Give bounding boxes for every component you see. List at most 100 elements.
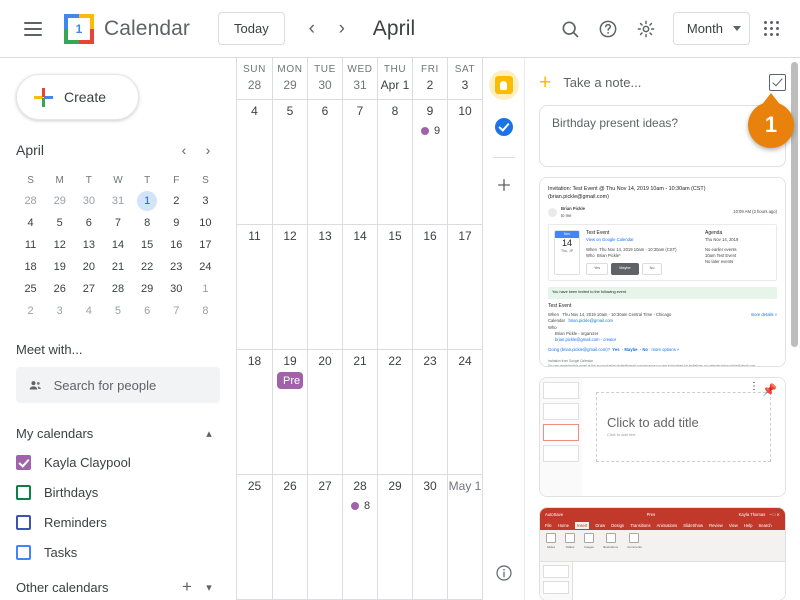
new-list-checkbox-icon[interactable]: [769, 74, 786, 91]
day-cell[interactable]: 21: [342, 350, 377, 474]
calendar-checkbox[interactable]: [16, 484, 31, 500]
add-other-calendar-icon[interactable]: +: [176, 576, 198, 598]
mini-calendar-day[interactable]: 8: [133, 212, 162, 234]
search-icon[interactable]: [553, 12, 587, 46]
ppt-ribbon-tab[interactable]: Design: [611, 523, 624, 528]
ppt-ribbon-tab[interactable]: Search: [758, 523, 771, 528]
day-number[interactable]: 22: [378, 354, 412, 371]
day-header-cell[interactable]: SAT 3: [447, 58, 482, 99]
mini-calendar-day[interactable]: 3: [191, 190, 220, 212]
ppt-ribbon-tab[interactable]: Review: [709, 523, 723, 528]
day-number[interactable]: 5: [273, 104, 307, 121]
mini-calendar-day[interactable]: 26: [45, 278, 74, 300]
help-icon[interactable]: [591, 12, 625, 46]
day-number[interactable]: 3: [448, 75, 482, 97]
google-tasks-icon[interactable]: [489, 112, 519, 142]
ppt-ribbon-tab[interactable]: Insert: [574, 521, 590, 529]
mini-calendar-day[interactable]: 30: [74, 190, 103, 212]
calendar-checkbox[interactable]: [16, 514, 31, 530]
mini-calendar-day[interactable]: 19: [45, 256, 74, 278]
mini-calendar-day[interactable]: 14: [103, 234, 132, 256]
ppt-ribbon-tab[interactable]: View: [729, 523, 738, 528]
day-number[interactable]: 17: [448, 229, 482, 246]
day-number[interactable]: 9: [413, 104, 447, 121]
keep-note-text[interactable]: Birthday present ideas?: [539, 105, 786, 167]
day-header-cell[interactable]: SUN 28: [237, 58, 272, 99]
day-number[interactable]: 31: [343, 75, 377, 97]
gear-icon[interactable]: [629, 12, 663, 46]
mini-calendar-day[interactable]: 28: [16, 190, 45, 212]
mini-calendar-day[interactable]: 11: [16, 234, 45, 256]
mini-calendar-day[interactable]: 29: [45, 190, 74, 212]
day-number[interactable]: 18: [237, 354, 272, 371]
chevron-right-icon[interactable]: ›: [327, 14, 357, 44]
day-number[interactable]: 7: [343, 104, 377, 121]
day-number[interactable]: 13: [308, 229, 342, 246]
day-number[interactable]: 30: [413, 479, 447, 496]
ppt-ribbon-tab[interactable]: Animations: [657, 523, 678, 528]
ppt-ribbon-tab[interactable]: Home: [558, 523, 569, 528]
mini-calendar-day[interactable]: 21: [103, 256, 132, 278]
view-selector[interactable]: Month: [672, 12, 750, 45]
calendar-event[interactable]: Pre: [277, 372, 303, 389]
keep-note-email-screenshot[interactable]: Invitation: Test Event @ Thu Nov 14, 201…: [539, 177, 786, 367]
calendar-list-item[interactable]: Tasks: [16, 537, 220, 567]
mini-calendar-day[interactable]: 23: [162, 256, 191, 278]
day-number[interactable]: 15: [378, 229, 412, 246]
day-number[interactable]: 8: [378, 104, 412, 121]
ppt-ribbon-tab[interactable]: File: [545, 523, 552, 528]
ppt-ribbon-tab[interactable]: SlideShow: [683, 523, 703, 528]
today-button[interactable]: Today: [218, 12, 285, 45]
mini-calendar-day[interactable]: 17: [191, 234, 220, 256]
day-number[interactable]: 10: [448, 104, 482, 121]
mini-calendar-day[interactable]: 1: [191, 278, 220, 300]
search-people-input[interactable]: [53, 377, 208, 393]
day-number[interactable]: 20: [308, 354, 342, 371]
mini-calendar-day[interactable]: 1: [133, 190, 162, 212]
day-cell[interactable]: 22: [377, 350, 412, 474]
day-cell[interactable]: 5: [272, 100, 307, 224]
mini-calendar-day[interactable]: 5: [45, 212, 74, 234]
mini-calendar-day[interactable]: 15: [133, 234, 162, 256]
search-people-field[interactable]: [16, 367, 220, 403]
rsvp-yes-button[interactable]: Yes: [586, 263, 609, 275]
day-cell[interactable]: 29: [377, 475, 412, 599]
day-cell[interactable]: 10: [447, 100, 482, 224]
calendar-checkbox[interactable]: [16, 544, 31, 560]
calendar-list-item[interactable]: Reminders: [16, 507, 220, 537]
keep-scrollbar[interactable]: [791, 62, 798, 347]
google-keep-icon[interactable]: [488, 70, 519, 100]
day-number[interactable]: 12: [273, 229, 307, 246]
chevron-up-icon[interactable]: ▴: [198, 422, 220, 444]
mini-calendar-day[interactable]: 12: [45, 234, 74, 256]
pin-icon[interactable]: 📌: [762, 383, 777, 397]
ppt-tool-icon[interactable]: [546, 533, 556, 543]
mini-calendar-day[interactable]: 4: [16, 212, 45, 234]
other-calendars-header[interactable]: Other calendars + ▾: [16, 571, 220, 600]
mini-calendar-day[interactable]: 3: [45, 300, 74, 322]
mini-calendar-day[interactable]: 5: [103, 300, 132, 322]
calendar-logo[interactable]: 1 Calendar: [64, 13, 190, 44]
day-header-cell[interactable]: THU Apr 1: [377, 58, 412, 99]
day-number[interactable]: 16: [413, 229, 447, 246]
day-header-cell[interactable]: TUE 30: [307, 58, 342, 99]
mini-calendar-day[interactable]: 9: [162, 212, 191, 234]
calendar-event[interactable]: 8: [347, 497, 373, 514]
day-number[interactable]: 25: [237, 479, 272, 496]
mini-calendar-day[interactable]: 6: [74, 212, 103, 234]
mini-calendar-day[interactable]: 22: [133, 256, 162, 278]
day-header-cell[interactable]: WED 31: [342, 58, 377, 99]
day-cell[interactable]: 18: [237, 350, 272, 474]
day-number[interactable]: 21: [343, 354, 377, 371]
day-number[interactable]: Apr 1: [378, 75, 412, 97]
mini-calendar-day[interactable]: 30: [162, 278, 191, 300]
event-calendar-link[interactable]: View on Google Calendar: [586, 237, 699, 243]
day-header-cell[interactable]: MON 29: [272, 58, 307, 99]
day-cell[interactable]: 8: [377, 100, 412, 224]
mini-calendar-day[interactable]: 24: [191, 256, 220, 278]
mini-calendar-day[interactable]: 31: [103, 190, 132, 212]
day-cell[interactable]: 14: [342, 225, 377, 349]
chevron-down-icon[interactable]: ▾: [198, 576, 220, 598]
day-cell[interactable]: 20: [307, 350, 342, 474]
keep-note-slides-screenshot[interactable]: ⋮ 📌 Click to add title Click to add text: [539, 377, 786, 497]
